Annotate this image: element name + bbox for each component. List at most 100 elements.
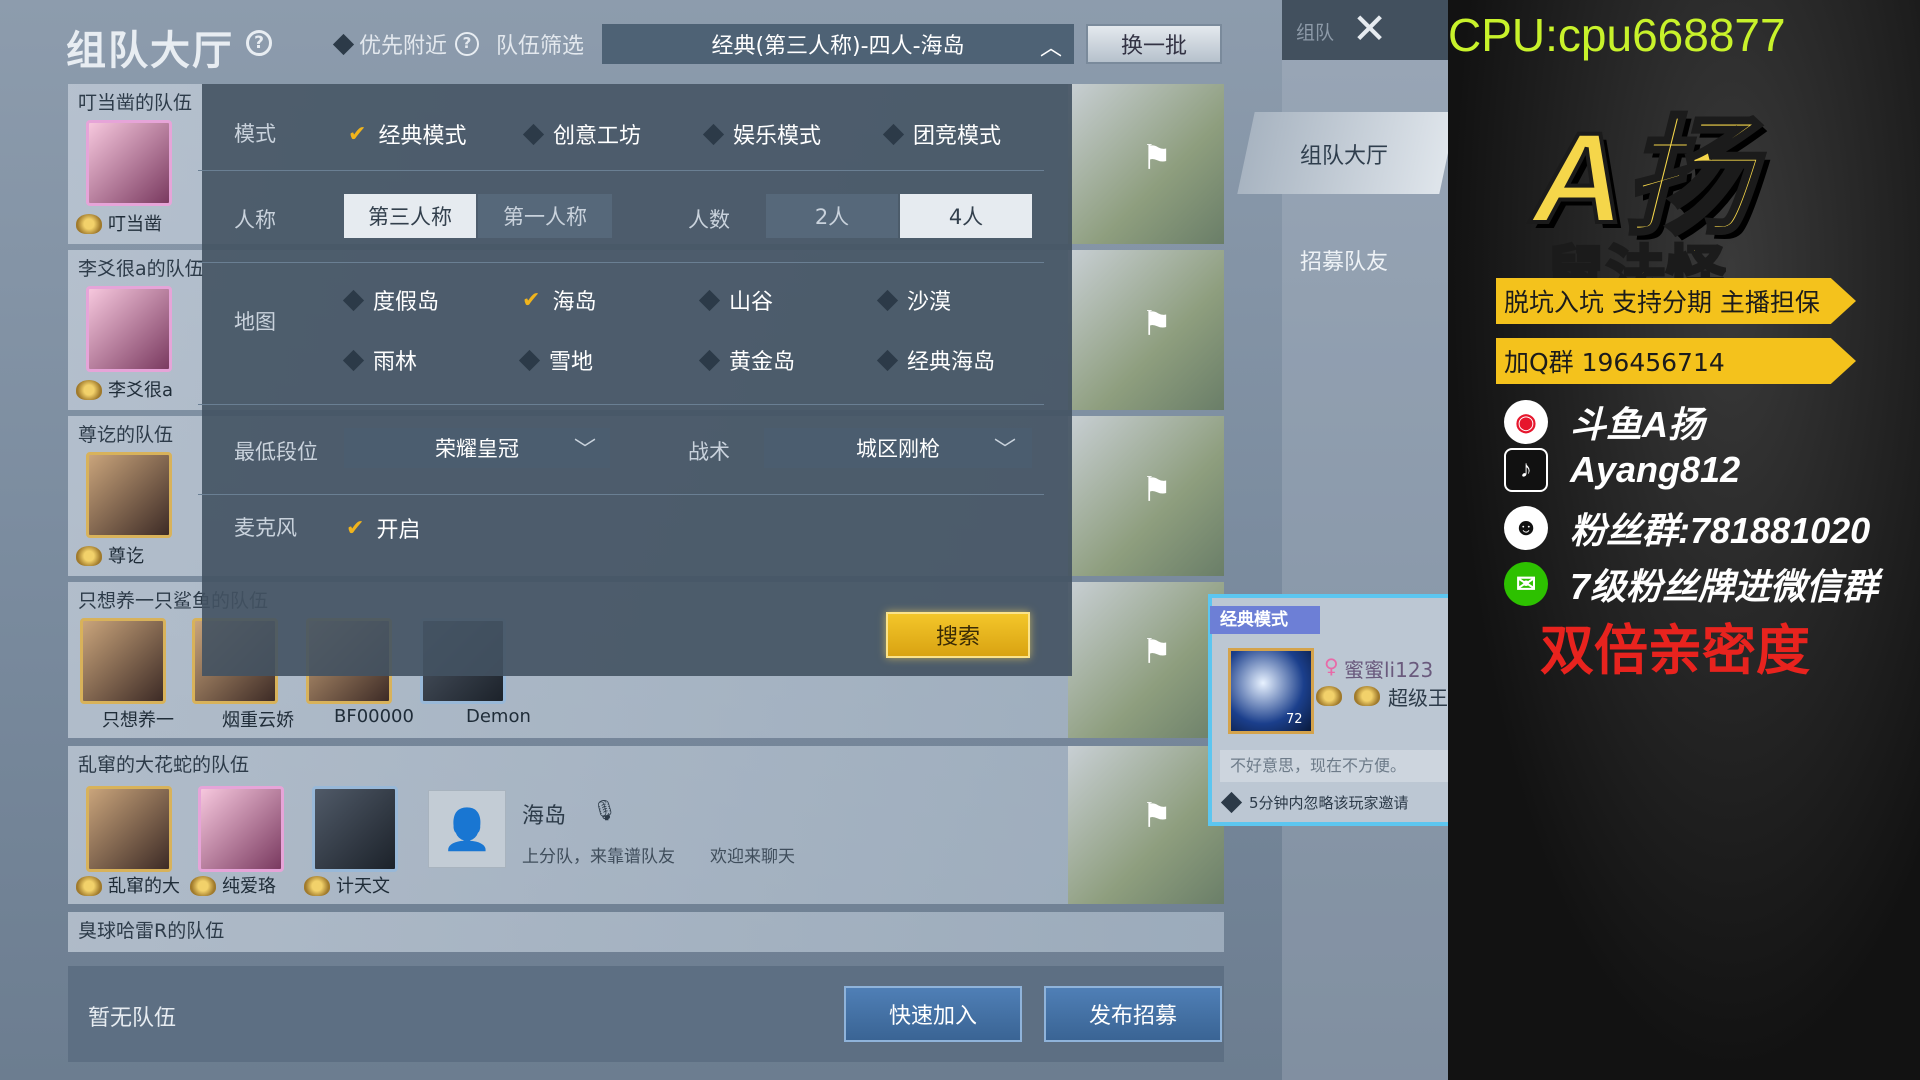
avatar[interactable] bbox=[86, 786, 172, 872]
player-name: 叮当凿 bbox=[108, 214, 162, 235]
avatar[interactable] bbox=[86, 452, 172, 538]
rank-badge-icon bbox=[76, 214, 102, 234]
option-label: 黄金岛 bbox=[729, 350, 796, 375]
option-label: 团竞模式 bbox=[913, 124, 1002, 149]
tactic-dropdown[interactable]: 城区刚枪 bbox=[764, 428, 1032, 468]
help-icon[interactable]: ? bbox=[246, 30, 272, 56]
invite-message[interactable]: 不好意思，现在不方便。 bbox=[1220, 750, 1448, 782]
filter-panel bbox=[202, 84, 1072, 676]
avatar[interactable] bbox=[312, 786, 398, 872]
option-label: 雪地 bbox=[549, 350, 594, 375]
player-name: 只想养一 bbox=[102, 710, 174, 731]
player-name: 尊讫 bbox=[108, 546, 144, 567]
map-option[interactable]: 山谷 bbox=[698, 284, 773, 316]
map-label: 地图 bbox=[234, 310, 276, 334]
wechat-icon: ✉ bbox=[1504, 562, 1548, 606]
filter-select[interactable]: 经典(第三人称)-四人-海岛 bbox=[602, 24, 1074, 64]
perspective-third-person[interactable]: 第三人称 bbox=[344, 194, 476, 238]
min-rank-dropdown[interactable]: 荣耀皇冠 bbox=[344, 428, 610, 468]
join-flag-icon[interactable]: ⚑ bbox=[1142, 470, 1172, 510]
cpu-text: CPU:cpu668877 bbox=[1448, 9, 1786, 61]
team-name: 尊讫的队伍 bbox=[78, 424, 174, 446]
tactic-label: 战术 bbox=[688, 440, 730, 464]
checkbox-icon bbox=[522, 123, 545, 145]
help-icon[interactable]: ? bbox=[455, 32, 480, 56]
refresh-button[interactable]: 换一批 bbox=[1086, 24, 1222, 64]
player-name: Demon bbox=[466, 706, 531, 727]
wechat-row: ✉ 7级粉丝牌进微信群 bbox=[1504, 558, 1878, 610]
perspective-label: 人称 bbox=[234, 208, 276, 232]
checkmark-icon: ✔ bbox=[346, 515, 365, 541]
map-option[interactable]: 度假岛 bbox=[342, 284, 440, 316]
player-name: 李爻很a bbox=[108, 380, 174, 401]
tab-recruit[interactable]: 招募队友 bbox=[1300, 244, 1388, 276]
quick-join-button[interactable]: 快速加入 bbox=[844, 986, 1022, 1042]
mic-toggle[interactable]: ✔ 开启 bbox=[346, 512, 420, 544]
team-card[interactable]: 乱窜的大花蛇的队伍 乱窜的大 纯爱珞 计天文 👤 海岛 🎙 上分队，来靠谱队友 … bbox=[68, 746, 1224, 904]
dropdown-value: 荣耀皇冠 bbox=[435, 437, 519, 461]
chevron-down-icon[interactable]: ﹀ bbox=[574, 432, 596, 464]
mode-option-fun[interactable]: 娱乐模式 bbox=[702, 118, 821, 150]
promo-ribbon: 脱坑入坑 支持分期 主播担保 bbox=[1496, 278, 1856, 324]
map-option[interactable]: 经典海岛 bbox=[876, 344, 995, 376]
option-label: 度假岛 bbox=[373, 290, 440, 315]
join-flag-icon[interactable]: ⚑ bbox=[1142, 632, 1172, 672]
map-option[interactable]: 沙漠 bbox=[876, 284, 951, 316]
avatar[interactable] bbox=[80, 618, 166, 704]
search-button[interactable]: 搜索 bbox=[886, 612, 1030, 658]
mode-option-classic[interactable]: ✔ 经典模式 bbox=[348, 118, 466, 150]
player-name: 纯爱珞 bbox=[222, 876, 276, 897]
min-rank-label: 最低段位 bbox=[234, 440, 318, 464]
map-option[interactable]: 雪地 bbox=[518, 344, 594, 376]
team-card[interactable]: 臭球哈雷R的队伍 bbox=[68, 912, 1224, 952]
empty-team-label: 暂无队伍 bbox=[88, 1006, 177, 1031]
female-icon: ♀ bbox=[1324, 654, 1339, 678]
mode-option-tdm[interactable]: 团竞模式 bbox=[882, 118, 1002, 150]
team-name: 臭球哈雷R的队伍 bbox=[78, 920, 225, 942]
checkbox-icon bbox=[1220, 791, 1243, 814]
chevron-down-icon[interactable]: ﹀ bbox=[994, 432, 1016, 464]
join-flag-icon[interactable]: ⚑ bbox=[1142, 796, 1172, 836]
qq-group-ribbon: 加Q群 196456714 bbox=[1496, 338, 1856, 384]
close-icon[interactable]: ✕ bbox=[1352, 4, 1387, 53]
team-name: 乱窜的大花蛇的队伍 bbox=[78, 754, 250, 776]
nearby-toggle[interactable]: 优先附近 ? bbox=[332, 28, 480, 60]
weibo-text: 斗鱼A扬 bbox=[1570, 404, 1704, 445]
map-option[interactable]: 黄金岛 bbox=[698, 344, 796, 376]
tiktok-row: ♪ Ayang812 bbox=[1504, 448, 1740, 492]
checkbox-icon bbox=[518, 349, 541, 371]
invite-player-name: 蜜蜜li123 bbox=[1344, 658, 1434, 682]
player-name: 乱窜的大 bbox=[108, 876, 180, 897]
avatar[interactable] bbox=[86, 120, 172, 206]
qq-penguin-icon: ☻ bbox=[1504, 506, 1548, 550]
checkbox-icon bbox=[876, 349, 899, 371]
weibo-row: ◉ 斗鱼A扬 bbox=[1504, 396, 1704, 448]
checkbox-icon bbox=[882, 123, 905, 145]
checkbox-icon bbox=[332, 33, 355, 55]
avatar[interactable] bbox=[198, 786, 284, 872]
map-option[interactable]: ✔ 海岛 bbox=[522, 284, 596, 316]
rank-badge-icon bbox=[1354, 686, 1380, 706]
tab-lobby-label[interactable]: 组队大厅 bbox=[1300, 138, 1388, 170]
team-name: 李爻很a的队伍 bbox=[78, 258, 204, 280]
count-2[interactable]: 2人 bbox=[766, 194, 898, 238]
rank-badge-icon bbox=[190, 876, 216, 896]
filter-label: 队伍筛选 bbox=[496, 34, 585, 59]
perspective-first-person[interactable]: 第一人称 bbox=[478, 194, 612, 238]
rank-badge-icon bbox=[1316, 686, 1342, 706]
ignore-toggle[interactable]: 5分钟内忽略该玩家邀请 bbox=[1220, 791, 1409, 814]
map-option[interactable]: 雨林 bbox=[342, 344, 417, 376]
mode-option-workshop[interactable]: 创意工坊 bbox=[522, 118, 641, 150]
level-badge: 72 bbox=[1286, 712, 1303, 727]
join-flag-icon[interactable]: ⚑ bbox=[1142, 304, 1172, 344]
avatar[interactable] bbox=[86, 286, 172, 372]
empty-slot-avatar-icon[interactable]: 👤 bbox=[428, 790, 506, 868]
join-flag-icon[interactable]: ⚑ bbox=[1142, 138, 1172, 178]
rank-badge-icon bbox=[76, 546, 102, 566]
count-label: 人数 bbox=[688, 208, 730, 232]
tiktok-text: Ayang812 bbox=[1570, 449, 1741, 490]
wechat-text: 7级粉丝牌进微信群 bbox=[1570, 566, 1879, 607]
count-4[interactable]: 4人 bbox=[900, 194, 1032, 238]
publish-recruit-button[interactable]: 发布招募 bbox=[1044, 986, 1222, 1042]
chevron-up-icon[interactable]: ︿ bbox=[1040, 30, 1062, 62]
